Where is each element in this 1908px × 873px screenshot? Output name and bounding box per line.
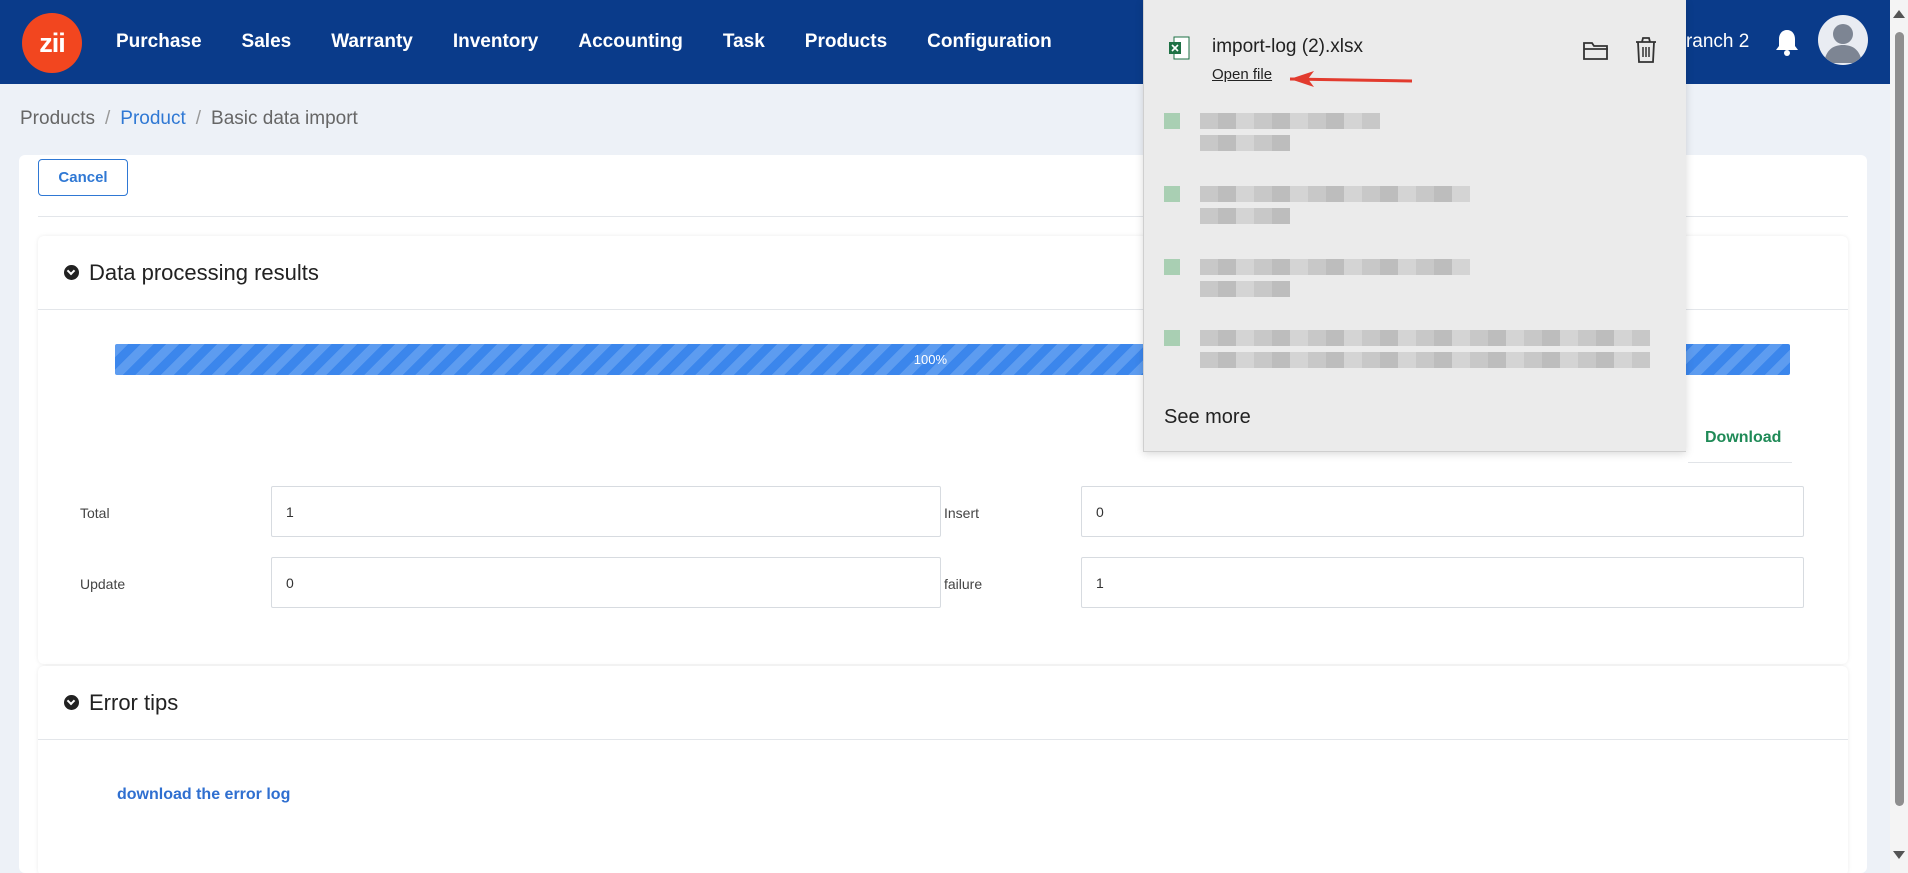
divider <box>1688 462 1792 463</box>
blurred-text <box>1200 135 1290 151</box>
nav-configuration[interactable]: Configuration <box>907 31 1072 53</box>
breadcrumb-current: Basic data import <box>211 108 358 129</box>
blurred-text <box>1200 208 1290 224</box>
results-section-title: Data processing results <box>89 259 319 285</box>
scroll-thumb[interactable] <box>1895 32 1904 806</box>
failure-label: failure <box>944 576 983 592</box>
open-file-link[interactable]: Open file <box>1212 66 1272 83</box>
blurred-text <box>1200 113 1380 129</box>
chevron-down-icon[interactable] <box>64 265 79 280</box>
folder-icon[interactable] <box>1582 38 1610 62</box>
nav-inventory[interactable]: Inventory <box>433 31 559 53</box>
bell-icon[interactable] <box>1774 28 1800 56</box>
nav-purchase[interactable]: Purchase <box>96 31 222 53</box>
error-tips-title: Error tips <box>89 689 179 715</box>
nav-sales[interactable]: Sales <box>222 31 312 53</box>
blurred-text <box>1200 186 1470 202</box>
update-label: Update <box>80 576 126 592</box>
total-label: Total <box>80 505 110 521</box>
trash-icon[interactable] <box>1634 36 1658 64</box>
blurred-text <box>1200 281 1290 297</box>
see-more-link[interactable]: See more <box>1164 406 1251 429</box>
breadcrumb-products[interactable]: Products <box>20 108 95 130</box>
error-tips-header[interactable]: Error tips <box>38 666 1848 740</box>
user-avatar[interactable] <box>1818 15 1868 65</box>
total-field[interactable]: 1 <box>271 486 941 537</box>
blurred-file-icon <box>1164 330 1180 346</box>
progress-label: 100% <box>913 352 947 367</box>
download-error-log-link[interactable]: download the error log <box>117 786 290 804</box>
insert-label: Insert <box>944 505 980 521</box>
breadcrumb-separator: / <box>195 108 202 129</box>
zii-logo[interactable]: zii <box>22 13 82 73</box>
breadcrumb-separator: / <box>104 108 111 129</box>
blurred-text <box>1200 259 1470 275</box>
blurred-file-icon <box>1164 259 1180 275</box>
nav-accounting[interactable]: Accounting <box>558 31 703 53</box>
avatar-icon <box>1824 24 1862 63</box>
cancel-button[interactable]: Cancel <box>38 159 128 196</box>
breadcrumb: Products / Product / Basic data import <box>20 108 358 130</box>
excel-file-icon <box>1169 36 1190 60</box>
insert-field[interactable]: 0 <box>1081 486 1804 537</box>
error-tips-section: Error tips download the error log <box>38 666 1848 873</box>
page-scrollbar[interactable] <box>1890 0 1908 873</box>
nav-products[interactable]: Products <box>785 31 907 53</box>
downloads-popup: import-log (2).xlsx Open file See more <box>1143 0 1686 452</box>
scroll-down-icon[interactable] <box>1893 851 1905 859</box>
blurred-file-icon <box>1164 186 1180 202</box>
scroll-up-icon[interactable] <box>1893 10 1905 18</box>
main-nav: Purchase Sales Warranty Inventory Accoun… <box>96 0 1072 84</box>
breadcrumb-product[interactable]: Product <box>120 108 185 130</box>
chevron-down-icon[interactable] <box>64 695 79 710</box>
blurred-text <box>1200 330 1650 346</box>
blurred-text <box>1200 352 1650 368</box>
download-file-name[interactable]: import-log (2).xlsx <box>1212 36 1363 58</box>
download-link[interactable]: Download <box>1705 429 1781 447</box>
update-field[interactable]: 0 <box>271 557 941 608</box>
nav-warranty[interactable]: Warranty <box>311 31 433 53</box>
blurred-file-icon <box>1164 113 1180 129</box>
nav-task[interactable]: Task <box>703 31 785 53</box>
failure-field[interactable]: 1 <box>1081 557 1804 608</box>
